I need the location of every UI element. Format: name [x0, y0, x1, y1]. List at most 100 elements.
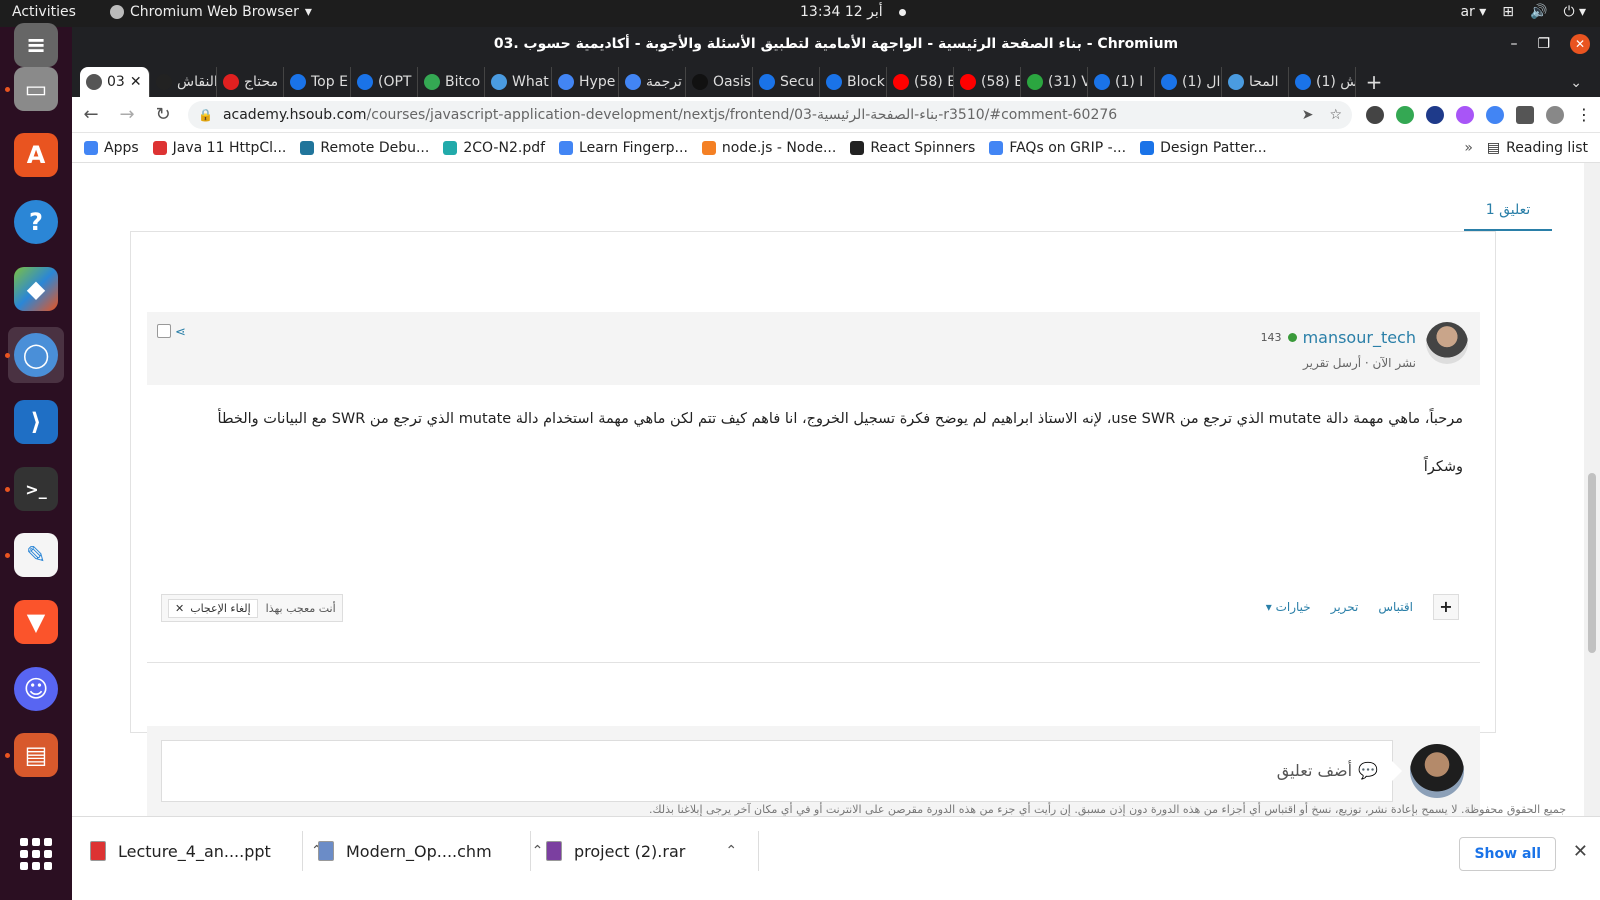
bookmark-item[interactable]: Remote Debu... [300, 140, 429, 156]
browser-tab[interactable]: Secu [753, 67, 820, 97]
bookmark-item[interactable]: Design Patter... [1140, 140, 1267, 156]
browser-tab[interactable]: Hype [552, 67, 619, 97]
tab-label: محتاج [244, 74, 279, 90]
reload-icon[interactable]: ↻ [152, 104, 174, 125]
reading-list-label: Reading list [1506, 139, 1588, 156]
browser-tab[interactable]: (58) E [954, 67, 1021, 97]
dock-item-text-editor[interactable]: ✎ [5, 527, 64, 583]
puzzle-icon[interactable] [1516, 105, 1534, 124]
extension-icon[interactable] [1486, 105, 1504, 124]
file-icon [546, 841, 562, 861]
bookmark-item[interactable]: Java 11 HttpCl... [152, 140, 286, 156]
bookmark-item[interactable]: Learn Fingerp... [559, 140, 688, 156]
download-item[interactable]: Lecture_4_an....ppt ⌃ [90, 833, 323, 869]
browser-tab[interactable]: Oasis [686, 67, 753, 97]
close-icon: ✕ [175, 601, 185, 615]
dock-item-brave[interactable]: ▼ [8, 594, 64, 650]
new-tab-button[interactable]: + [1356, 67, 1392, 97]
profile-avatar-icon[interactable] [1546, 105, 1564, 124]
chevron-up-icon[interactable]: ⌃ [725, 843, 737, 859]
close-tab-icon[interactable]: ✕ [130, 74, 142, 90]
bookmark-label: Remote Debu... [320, 139, 430, 156]
dock-item-vscode[interactable]: ⟩ [8, 394, 64, 450]
browser-tab[interactable]: (OPT [351, 67, 418, 97]
address-bar[interactable]: 🔒 academy.hsoub.com/courses/javascript-a… [188, 100, 1352, 129]
show-all-downloads-button[interactable]: Show all [1459, 837, 1556, 871]
app-menu[interactable]: Chromium Web Browser ▾ [110, 4, 312, 20]
bookmark-item[interactable]: FAQs on GRIP -... [989, 140, 1126, 156]
unlike-button[interactable]: ✕ إلغاء الإعجاب [168, 598, 258, 618]
select-comment-checkbox[interactable] [157, 324, 171, 338]
language-indicator[interactable]: ar ▾ [1460, 4, 1486, 20]
download-item[interactable]: project (2).rar ⌃ [546, 833, 737, 869]
extension-icon[interactable] [1426, 105, 1444, 124]
browser-tab[interactable]: Top E [284, 67, 351, 97]
bookmark-item[interactable]: 2CO-N2.pdf [443, 140, 545, 156]
tab-search-icon[interactable]: ⌄ [1570, 75, 1582, 91]
author-avatar[interactable] [1426, 322, 1468, 364]
browser-tab[interactable]: (1) ا [1088, 67, 1155, 97]
bookmark-favicon-icon [300, 140, 315, 155]
options-dropdown[interactable]: خيارات [1266, 600, 1311, 614]
page-scrollbar[interactable] [1584, 163, 1600, 816]
dock-item-help[interactable]: ? [8, 194, 64, 250]
dock-item-netbeans[interactable]: ◆ [8, 261, 64, 317]
chevron-up-icon[interactable]: ⌃ [532, 843, 544, 859]
browser-tab[interactable]: (58) E [887, 67, 954, 97]
dock-item-discord[interactable]: ☺ [8, 661, 64, 717]
download-shelf: Show all ✕ Lecture_4_an....ppt ⌃ Modern_Op… [72, 816, 1600, 900]
dock-item-impress[interactable]: ▤ [5, 727, 64, 783]
extension-icon[interactable] [1456, 105, 1474, 124]
author-name[interactable]: mansour_tech [1303, 328, 1416, 347]
clock[interactable]: أبر 12 13:34 [800, 4, 906, 20]
browser-tab[interactable]: 03 ✕ [80, 67, 150, 97]
bookmark-item[interactable]: node.js - Node... [701, 140, 836, 156]
browser-tab[interactable]: What [485, 67, 552, 97]
dock-item-chromium[interactable]: ◯ [5, 327, 64, 383]
send-icon[interactable]: ➤ [1302, 107, 1314, 123]
share-icon[interactable]: ⋖ [175, 325, 186, 340]
browser-tab[interactable]: المحا [1222, 67, 1289, 97]
browser-tab[interactable]: Block [820, 67, 887, 97]
scrollbar-thumb[interactable] [1588, 473, 1596, 653]
browser-tab[interactable]: (31) V [1021, 67, 1088, 97]
forward-icon[interactable]: → [116, 104, 138, 125]
reading-list-button[interactable]: ▤ Reading list [1487, 140, 1588, 156]
extension-icon[interactable] [1396, 105, 1414, 124]
lock-icon[interactable]: 🔒 [198, 108, 213, 122]
browser-tab[interactable]: (1) ش [1289, 67, 1356, 97]
menu-kebab-icon[interactable]: ⋮ [1576, 105, 1592, 124]
add-reaction-button[interactable]: + [1433, 594, 1459, 620]
browser-tab[interactable]: Bitco [418, 67, 485, 97]
close-download-shelf-icon[interactable]: ✕ [1573, 841, 1588, 862]
quote-link[interactable]: اقتباس [1378, 600, 1413, 614]
minimize-icon[interactable]: – [1510, 27, 1517, 61]
browser-tab[interactable]: محتاج [217, 67, 284, 97]
bookmark-item[interactable]: Apps [84, 140, 139, 156]
dock-item-terminal[interactable]: >_ [5, 461, 64, 517]
close-window-icon[interactable]: ✕ [1570, 34, 1590, 54]
bookmark-label: Design Patter... [1160, 139, 1267, 156]
edit-link[interactable]: تحرير [1331, 600, 1359, 614]
comment-header: ⋖ 143 mansour_tech نشر الآن · أرسل تقرير [147, 312, 1480, 385]
maximize-icon[interactable]: ❐ [1537, 27, 1550, 61]
browser-tab[interactable]: النقاش [150, 67, 217, 97]
comments-count-tab[interactable]: 1 تعليق [1464, 193, 1552, 231]
system-tray[interactable]: ar ▾ ⊞ 🔊 ⏻ ▾ [1460, 4, 1586, 20]
download-filename: Lecture_4_an....ppt [118, 841, 271, 861]
tab-favicon-icon [960, 74, 976, 90]
show-applications-icon[interactable] [20, 838, 52, 870]
dock-item-software[interactable]: A [8, 127, 64, 183]
bookmark-item[interactable]: React Spinners [850, 140, 975, 156]
bookmarks-overflow-icon[interactable]: » [1464, 140, 1473, 156]
tab-label: (31) V [1048, 74, 1088, 90]
download-item[interactable]: Modern_Op....chm ⌃ [318, 833, 543, 869]
dock-item-files[interactable]: ▭ [5, 61, 64, 117]
reply-input[interactable]: 💬 أضف تعليق [161, 740, 1402, 802]
comment-meta[interactable]: نشر الآن · أرسل تقرير [1303, 356, 1416, 370]
bookmark-star-icon[interactable]: ☆ [1329, 107, 1342, 123]
browser-tab[interactable]: ترجمة [619, 67, 686, 97]
browser-tab[interactable]: (1) ال [1155, 67, 1222, 97]
back-icon[interactable]: ← [80, 104, 102, 125]
extension-icon[interactable] [1366, 105, 1384, 124]
